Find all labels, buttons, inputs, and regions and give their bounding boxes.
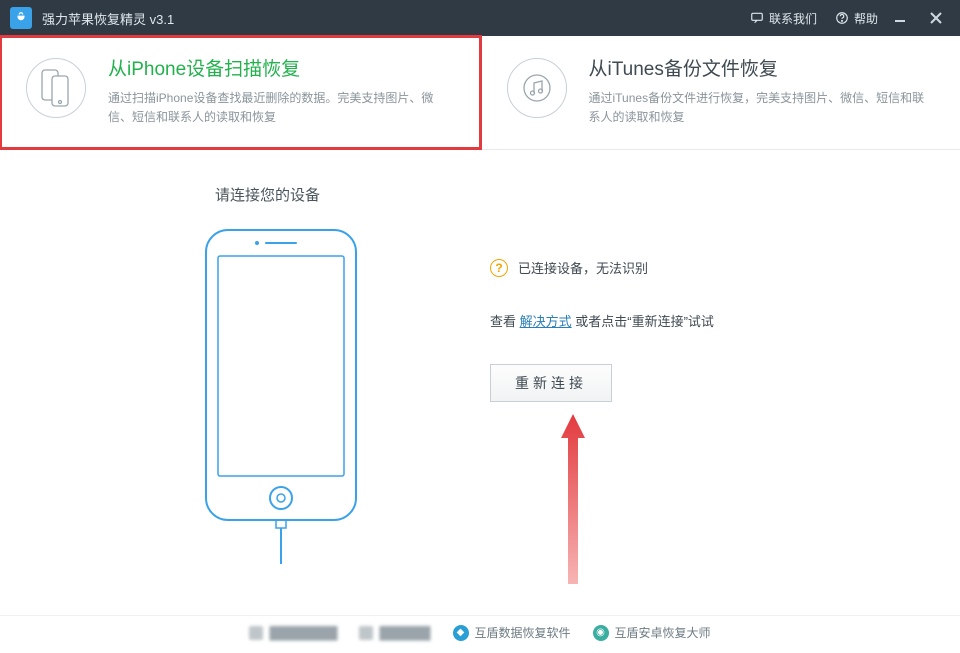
footer-link-1-label: 互盾数据恢复软件 [475, 624, 571, 641]
connect-prompt: 请连接您的设备 [215, 184, 320, 205]
phone-illustration [196, 224, 366, 564]
globe-icon: ◉ [593, 625, 609, 641]
help-icon [835, 11, 849, 25]
footer-link-2[interactable]: ◉ 互盾安卓恢复大师 [593, 624, 711, 641]
hint-prefix: 查看 [490, 314, 520, 329]
mode-tabs: 从iPhone设备扫描恢复 通过扫描iPhone设备查找最近删除的数据。完美支持… [0, 36, 960, 150]
annotation-arrow [558, 414, 588, 584]
status-text: 已连接设备，无法识别 [518, 258, 648, 277]
music-note-icon [507, 58, 567, 118]
mode-itunes-heading: 从iTunes备份文件恢复 [589, 54, 935, 81]
status-line: ? 已连接设备，无法识别 [490, 258, 714, 277]
app-logo-icon [10, 7, 32, 29]
footer-link-2-label: 互盾安卓恢复大师 [615, 624, 711, 641]
close-button[interactable] [922, 8, 950, 28]
footer-blurred-1: ████████ [249, 626, 337, 640]
mode-itunes-desc: 通过iTunes备份文件进行恢复，完美支持图片、微信、短信和联系人的读取和恢复 [589, 89, 935, 127]
contact-label: 联系我们 [769, 10, 817, 27]
content-area: 请连接您的设备 ? 已连接设备，无法识别 查看 解决方式 或者点击“重新连接”试… [0, 150, 960, 650]
help-label: 帮助 [854, 10, 878, 27]
footer: ████████ ██████ ◆ 互盾数据恢复软件 ◉ 互盾安卓恢复大师 [0, 615, 960, 653]
chat-icon [750, 11, 764, 25]
mode-itunes-backup[interactable]: 从iTunes备份文件恢复 通过iTunes备份文件进行恢复，完美支持图片、微信… [481, 36, 960, 149]
solution-link[interactable]: 解决方式 [520, 314, 572, 329]
hint-line: 查看 解决方式 或者点击“重新连接”试试 [490, 311, 714, 330]
phone-icon [26, 58, 86, 118]
shield-icon: ◆ [453, 625, 469, 641]
footer-link-1[interactable]: ◆ 互盾数据恢复软件 [453, 624, 571, 641]
mode-iphone-desc: 通过扫描iPhone设备查找最近删除的数据。完美支持图片、微信、短信和联系人的读… [108, 89, 454, 127]
reconnect-button[interactable]: 重新连接 [490, 364, 612, 402]
footer-blurred-2: ██████ [359, 626, 430, 640]
hint-suffix: 或者点击“重新连接”试试 [572, 314, 714, 329]
warning-icon: ? [490, 259, 508, 277]
app-title: 强力苹果恢复精灵 v3.1 [42, 9, 174, 28]
help-button[interactable]: 帮助 [835, 10, 878, 27]
mode-iphone-heading: 从iPhone设备扫描恢复 [108, 54, 454, 81]
minimize-button[interactable] [886, 8, 914, 28]
titlebar: 强力苹果恢复精灵 v3.1 联系我们 帮助 [0, 0, 960, 36]
mode-iphone-scan[interactable]: 从iPhone设备扫描恢复 通过扫描iPhone设备查找最近删除的数据。完美支持… [0, 36, 481, 149]
status-area: ? 已连接设备，无法识别 查看 解决方式 或者点击“重新连接”试试 重新连接 [490, 258, 714, 402]
contact-button[interactable]: 联系我们 [750, 10, 817, 27]
